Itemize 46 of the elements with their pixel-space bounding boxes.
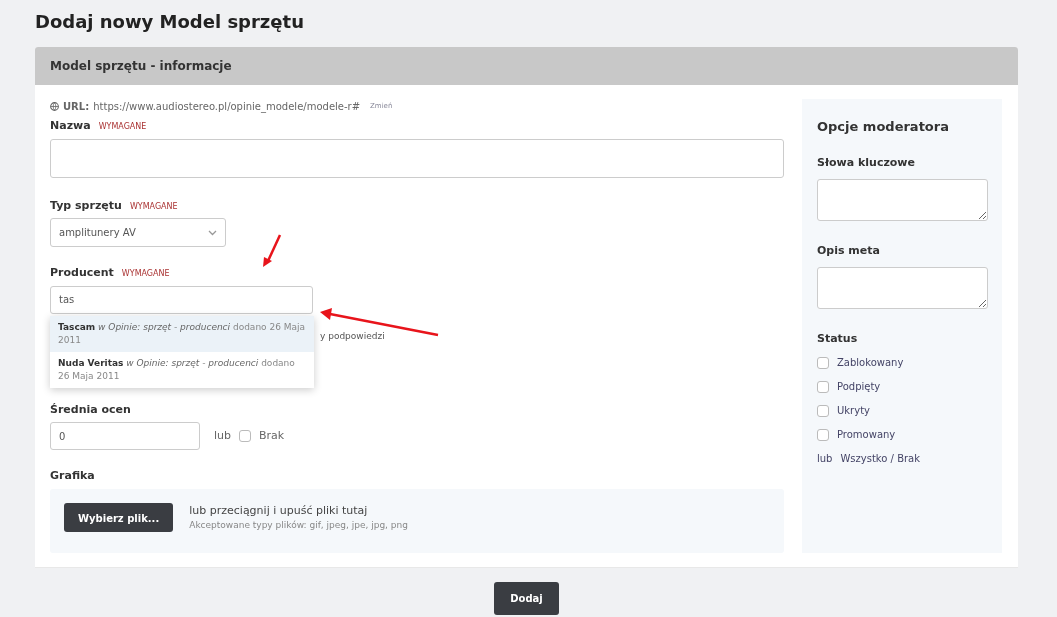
required-tag: WYMAGANE	[121, 269, 170, 278]
required-tag: WYMAGANE	[98, 122, 147, 131]
checkbox[interactable]	[239, 430, 251, 442]
checkbox-label: Ukryty	[837, 404, 870, 418]
checkbox-label: Promowany	[837, 428, 896, 442]
or-text: lub	[817, 452, 833, 466]
or-text: lub	[214, 427, 231, 444]
choose-file-button[interactable]: Wybierz plik...	[64, 502, 174, 532]
page-title: Dodaj nowy Model sprzętu	[35, 10, 305, 34]
select-all-link[interactable]: Wszystko / Brak	[840, 451, 921, 466]
field-label: Producent	[50, 266, 114, 279]
suggestion-item[interactable]: Tascam w Opinie: sprzęt - producenci dodano 26 Maja 2011	[50, 315, 314, 352]
field-label: Opis meta	[817, 242, 881, 259]
checkbox-label: Zablokowany	[837, 356, 904, 370]
panel-title: Opcje moderatora	[817, 118, 950, 136]
field-label: Słowa kluczowe	[817, 154, 916, 171]
globe-icon	[50, 102, 59, 111]
required-tag: WYMAGANE	[129, 201, 178, 211]
checkbox-label: Brak	[259, 427, 285, 444]
checkbox-label: Podpięty	[837, 380, 881, 394]
field-label: Nazwa	[50, 119, 91, 132]
field-label: Grafika	[50, 468, 96, 484]
drop-zone[interactable]: Wybierz plik... lub przeciągnij i upuść pliki tutaj Akceptowane typy plików: gif, jpeg, jpe, jpg, png	[50, 488, 784, 553]
producer-input[interactable]: tas	[50, 285, 313, 314]
checkbox[interactable]	[817, 428, 829, 441]
arrow-annotation	[262, 233, 282, 269]
keywords-textarea[interactable]	[817, 179, 988, 221]
type-select[interactable]: amplitunery AV	[50, 218, 226, 247]
chevron-down-icon	[208, 229, 217, 236]
checkbox[interactable]	[817, 404, 829, 417]
hint-text: y podpowiedzi	[320, 329, 385, 343]
card-header: Model sprzętu - informacje	[35, 47, 1018, 85]
field-label: Status	[817, 330, 859, 347]
field-label: Średnia ocen	[50, 401, 131, 418]
field-label: Typ sprzętu	[50, 198, 122, 212]
url-label: URL:	[63, 100, 90, 114]
submit-button[interactable]: Dodaj	[494, 581, 559, 615]
meta-textarea[interactable]	[817, 267, 988, 309]
name-input[interactable]	[50, 138, 784, 178]
suggestion-item[interactable]: Nuda Veritas w Opinie: sprzęt - producenci dodano 26 Maja 2011	[50, 351, 314, 388]
drop-text: lub przeciągnij i upuść pliki tutaj	[189, 502, 369, 519]
checkbox[interactable]	[817, 380, 829, 393]
accepted-types-text: Akceptowane typy plików: gif, jpeg, jpe, jpg, png	[189, 519, 408, 532]
url-text: https://www.audiostereo.pl/opinie_modele/modele-r#	[93, 100, 361, 114]
rating-input[interactable]: 0	[50, 422, 200, 450]
checkbox[interactable]	[817, 356, 829, 369]
